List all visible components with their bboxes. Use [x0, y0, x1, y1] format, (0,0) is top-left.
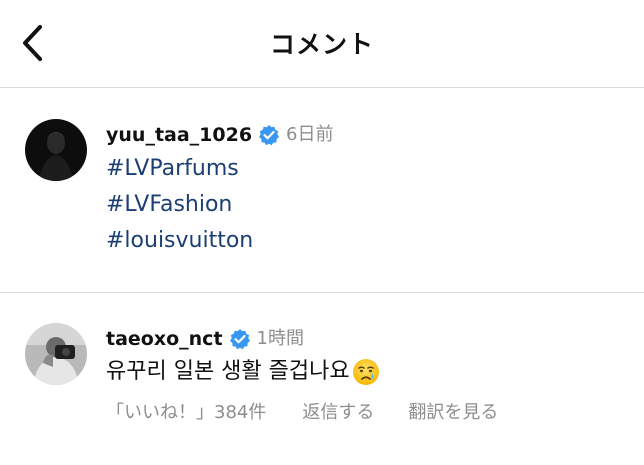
- comment-timestamp: 1時間: [256, 328, 304, 349]
- post-author-username[interactable]: yuu_taa_1026: [106, 123, 252, 147]
- see-translation-button[interactable]: 翻訳を見る: [408, 400, 498, 426]
- hashtag-link[interactable]: #LVParfums: [106, 155, 239, 183]
- commenter-avatar[interactable]: [25, 323, 87, 385]
- reply-button[interactable]: 返信する: [302, 400, 374, 426]
- crying-face-emoji-icon: [352, 358, 380, 386]
- comment-body: 유꾸리 일본 생활 즐겁나요: [106, 357, 380, 387]
- top-nav-bar: コメント: [0, 0, 644, 88]
- comment-actions: 「いいね！」384件 返信する 翻訳を見る: [106, 400, 498, 426]
- post-author-avatar[interactable]: [25, 119, 87, 181]
- page-title: コメント: [269, 30, 374, 59]
- hashtag-link[interactable]: #louisvuitton: [106, 227, 253, 255]
- hashtag-link[interactable]: #LVFashion: [106, 191, 232, 219]
- likes-count-link[interactable]: 「いいね！」384件: [106, 400, 266, 426]
- comment-text: 유꾸리 일본 생활 즐겁나요: [106, 359, 350, 384]
- verified-badge-icon: [229, 328, 251, 350]
- commenter-row: taeoxo_nct 1時間: [106, 327, 304, 351]
- post-timestamp: 6日前: [286, 124, 334, 145]
- post-author-row: yuu_taa_1026 6日前: [106, 123, 334, 147]
- commenter-username[interactable]: taeoxo_nct: [106, 327, 223, 351]
- post-caption: yuu_taa_1026 6日前 #LVParfums #LVFashion #…: [0, 88, 644, 293]
- verified-badge-icon: [258, 124, 280, 146]
